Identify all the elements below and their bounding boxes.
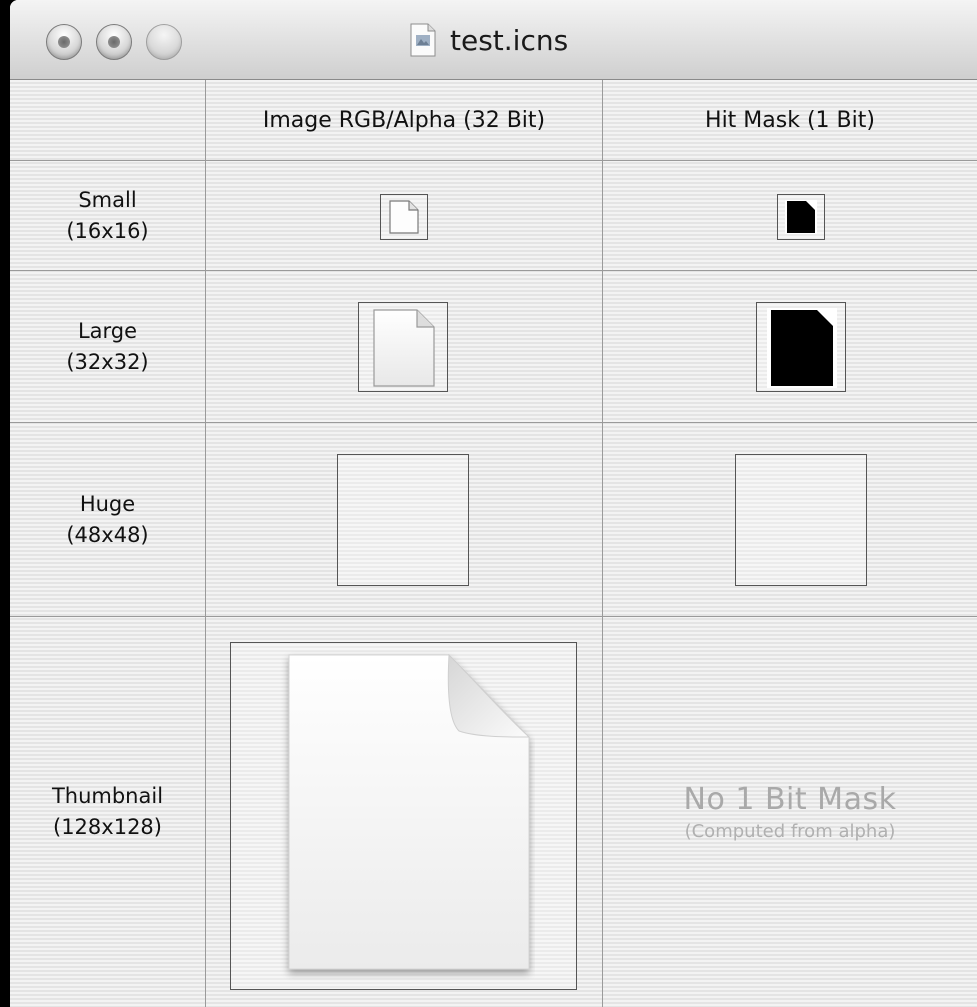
close-button[interactable] (46, 24, 82, 60)
column-divider (205, 80, 206, 1007)
huge-mask-well[interactable] (735, 454, 867, 586)
large-image-well[interactable] (358, 302, 448, 392)
row-label-huge: Huge (48x48) (66, 491, 149, 547)
no-mask-cell: No 1 Bit Mask (Computed from alpha) (603, 617, 977, 1007)
no-mask-title: No 1 Bit Mask (683, 782, 897, 817)
file-icon (389, 200, 419, 234)
huge-image-well[interactable] (337, 454, 469, 586)
row-label-small: Small (16x16) (66, 187, 149, 243)
file-icon (288, 653, 531, 970)
icns-browser-window: test.icns Image RGB/Alpha (32 Bit) Hit M… (10, 0, 977, 1007)
icon-family-table: Image RGB/Alpha (32 Bit) Hit Mask (1 Bit… (10, 80, 977, 1007)
column-header-image: Image RGB/Alpha (32 Bit) (262, 107, 546, 133)
minimize-icon (108, 36, 120, 48)
small-image-well[interactable] (380, 194, 428, 240)
no-mask-subtitle: (Computed from alpha) (684, 821, 896, 842)
window-title-area: test.icns (410, 20, 568, 60)
mask-icon (785, 200, 817, 234)
zoom-button (146, 24, 182, 60)
small-mask-well[interactable] (777, 194, 825, 240)
column-header-mask: Hit Mask (1 Bit) (705, 107, 875, 133)
minimize-button[interactable] (96, 24, 132, 60)
close-icon (58, 36, 70, 48)
document-icon (410, 23, 436, 57)
titlebar[interactable]: test.icns (10, 0, 977, 80)
row-label-large: Large (32x32) (66, 318, 149, 374)
thumbnail-image-well[interactable] (230, 642, 577, 990)
mask-icon (767, 308, 837, 388)
window-title: test.icns (450, 23, 569, 57)
file-icon (373, 309, 435, 387)
row-label-thumbnail: Thumbnail (128x128) (51, 784, 164, 839)
large-mask-well[interactable] (756, 302, 846, 392)
